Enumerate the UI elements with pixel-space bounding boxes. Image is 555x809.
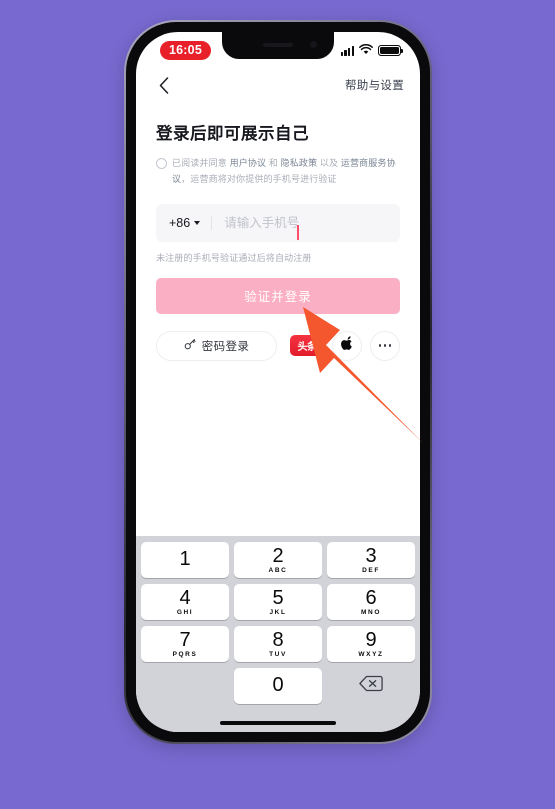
wifi-icon	[359, 42, 373, 60]
login-form: 登录后即可展示自己 已阅读并同意 用户协议 和 隐私政策 以及 运营商服务协议，…	[136, 106, 420, 361]
numeric-keypad: 1 2 ABC 3 DEF 4 GHI 5 JKL 6 MNO 7 PQRS 8…	[136, 536, 420, 732]
key-icon	[184, 337, 196, 355]
battery-full-icon	[378, 45, 404, 56]
keypad-row: 0	[139, 668, 417, 704]
key-number: 6	[365, 586, 377, 609]
back-button[interactable]	[152, 73, 176, 97]
apple-login-button[interactable]	[332, 330, 362, 361]
front-camera-icon	[310, 41, 317, 48]
password-login-label: 密码登录	[201, 340, 250, 353]
agreement-text: 已阅读并同意 用户协议 和 隐私政策 以及 运营商服务协议，运营商将对你提供的手…	[172, 156, 400, 188]
phone-device-frame: 16:05 帮助与设置 登录后即可展示自己 已阅读并同意 用户协议 和 隐私政策…	[124, 20, 432, 744]
navigation-bar: 帮助与设置	[136, 66, 420, 104]
key-letters: ABC	[268, 567, 288, 575]
alternate-login-options: 密码登录 头条	[156, 330, 400, 361]
keypad-row: 1 2 ABC 3 DEF	[139, 542, 417, 578]
verify-and-login-button[interactable]: 验证并登录	[156, 277, 400, 314]
agreement-sep1: 和	[266, 158, 281, 168]
key-number: 8	[272, 628, 284, 651]
key-number: 1	[179, 548, 191, 571]
key-7[interactable]: 7 PQRS	[141, 626, 229, 662]
backspace-key[interactable]	[327, 668, 415, 704]
key-number: 5	[272, 586, 284, 609]
more-login-options-button[interactable]	[370, 330, 400, 361]
phone-number-field-row: +86	[156, 203, 400, 242]
key-number: 4	[179, 586, 191, 609]
key-letters: DEF	[362, 567, 380, 575]
key-3[interactable]: 3 DEF	[327, 542, 415, 578]
key-9[interactable]: 9 WXYZ	[327, 626, 415, 662]
country-code-selector[interactable]: +86	[169, 215, 201, 230]
agreement-checkbox[interactable]	[156, 158, 167, 169]
apple-logo-icon	[340, 335, 354, 356]
chevron-left-icon	[159, 76, 169, 94]
user-agreement-link[interactable]: 用户协议	[230, 158, 267, 168]
toutiao-login-button[interactable]: 头条	[290, 335, 324, 356]
country-code-value: +86	[169, 215, 191, 230]
key-0[interactable]: 0	[234, 668, 322, 704]
key-number: 3	[365, 544, 377, 567]
key-2[interactable]: 2 ABC	[234, 542, 322, 578]
key-number: 9	[365, 628, 377, 651]
phone-notch	[222, 32, 334, 59]
key-number: 2	[272, 544, 284, 567]
key-1[interactable]: 1	[141, 542, 229, 578]
earpiece-speaker	[263, 43, 293, 47]
agreement-sep2: 以及	[317, 158, 341, 168]
password-login-button[interactable]: 密码登录	[156, 330, 277, 361]
keypad-empty-slot	[141, 668, 229, 704]
key-number: 7	[179, 628, 191, 651]
key-letters: GHI	[176, 609, 194, 617]
status-time-badge: 16:05	[160, 40, 211, 61]
key-letters: PQRS	[172, 651, 198, 659]
key-8[interactable]: 8 TUV	[234, 626, 322, 662]
more-horizontal-icon	[378, 344, 392, 347]
agreement-row: 已阅读并同意 用户协议 和 隐私政策 以及 运营商服务协议，运营商将对你提供的手…	[156, 156, 400, 188]
chevron-down-icon	[194, 220, 201, 225]
agreement-suffix: ，运营商将对你提供的手机号进行验证	[181, 173, 337, 184]
key-letters: WXYZ	[358, 651, 384, 659]
auto-register-hint: 未注册的手机号验证通过后将自动注册	[156, 252, 312, 263]
key-letters: TUV	[269, 651, 287, 659]
key-4[interactable]: 4 GHI	[141, 584, 229, 620]
key-6[interactable]: 6 MNO	[327, 584, 415, 620]
cellular-signal-icon	[340, 46, 354, 56]
status-bar-icons	[340, 42, 404, 60]
keypad-row: 7 PQRS 8 TUV 9 WXYZ	[139, 626, 417, 662]
key-letters: JKL	[269, 609, 287, 617]
help-and-settings-link[interactable]: 帮助与设置	[345, 77, 404, 93]
key-5[interactable]: 5 JKL	[234, 584, 322, 620]
page-title: 登录后即可展示自己	[156, 125, 309, 143]
phone-screen: 16:05 帮助与设置 登录后即可展示自己 已阅读并同意 用户协议 和 隐私政策…	[136, 32, 420, 732]
key-number: 0	[272, 674, 284, 697]
agreement-prefix: 已阅读并同意	[172, 158, 230, 168]
phone-number-input[interactable]	[222, 215, 387, 230]
key-letters: MNO	[361, 609, 381, 617]
privacy-policy-link[interactable]: 隐私政策	[281, 158, 318, 168]
home-indicator	[220, 720, 336, 725]
field-divider	[211, 215, 213, 230]
backspace-icon	[359, 675, 383, 697]
keypad-row: 4 GHI 5 JKL 6 MNO	[139, 584, 417, 620]
